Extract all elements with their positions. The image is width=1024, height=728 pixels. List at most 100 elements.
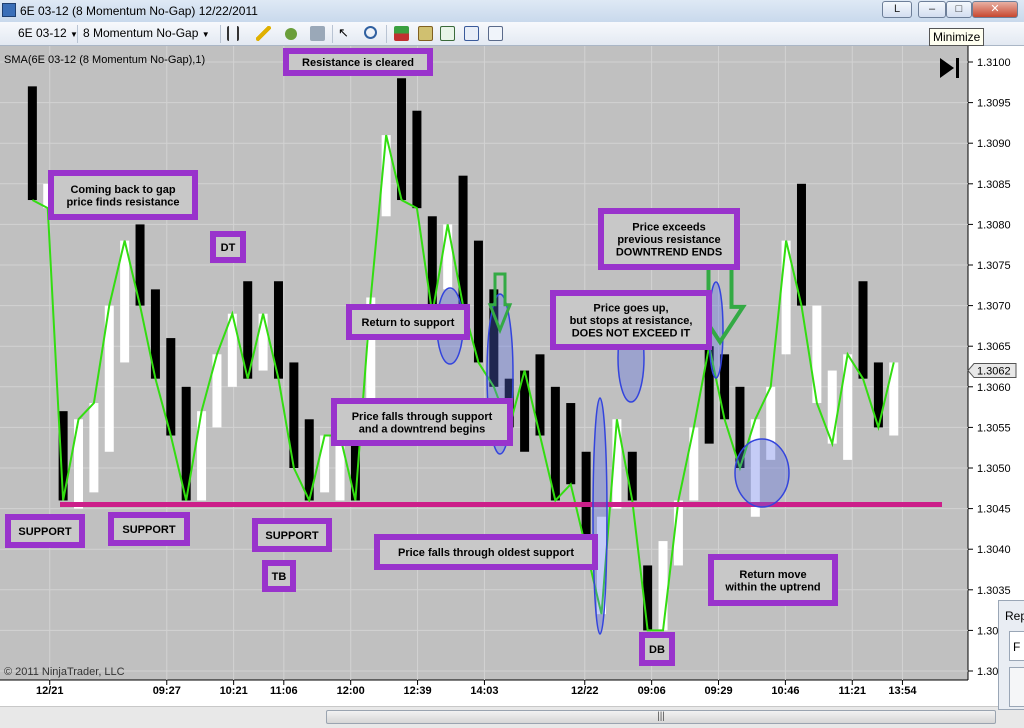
side-window-field[interactable]: F [1009,631,1024,661]
orders-icon[interactable] [394,26,409,41]
settings-list-icon[interactable] [488,26,503,41]
annotation-text: Price goes up, [593,303,668,315]
annotation-tb: TB [262,560,296,592]
toolbar-separator [332,25,333,43]
toolbar-separator [220,25,221,43]
toolbar-separator [77,25,78,43]
side-window[interactable]: Rep F [998,600,1024,710]
price-bar [796,183,806,306]
annotation-return-move: Return movewithin the uptrend [708,554,838,606]
draw-pencil-icon[interactable] [256,26,271,41]
annotation-text: Price falls through oldest support [398,547,574,559]
annotation-text: Price exceeds [632,222,705,234]
period-label: 8 Momentum No-Gap [83,26,199,40]
annotation-text: DOES NOT EXCEED IT [572,328,691,340]
y-tick-label: 1.30 [977,625,998,637]
x-tick-label: 12/22 [571,685,599,697]
annotation-text: TB [272,571,287,583]
annotation-text: Return to support [362,317,455,329]
y-tick-label: 1.3070 [977,301,1011,313]
annotation-text: DB [649,644,665,656]
close-button[interactable]: ✕ [972,1,1018,18]
x-tick-label: 12:00 [337,685,365,697]
title-bar: 6E 03-12 (8 Momentum No-Gap) 12/22/2011 … [0,0,1024,22]
layout-button[interactable]: L [882,1,912,18]
price-marker-label: 1.3062 [977,366,1011,378]
restore-button[interactable]: □ [946,1,972,18]
bar-style-icon[interactable] [227,26,239,41]
x-tick-label: 12:39 [403,685,431,697]
x-tick-label: 11:21 [839,685,867,697]
annotation-oldest-support: Price falls through oldest support [374,534,598,570]
instrument-dropdown[interactable]: 6E 03-12 ▼ [18,25,78,42]
chevron-down-icon: ▼ [201,30,210,39]
minimize-button[interactable]: – [918,1,946,18]
price-bar [658,541,668,631]
x-tick-label: 12/21 [36,685,64,697]
annotation-text: Coming back to gap [70,184,175,196]
annotation-dt: DT [210,231,246,263]
annotation-text: Return move [739,569,806,581]
y-tick-label: 1.30 [977,666,998,678]
highlight-ellipse [592,397,608,635]
trade-data-icon[interactable] [418,26,433,41]
window-title: 6E 03-12 (8 Momentum No-Gap) 12/22/2011 [20,4,258,18]
price-bar [412,110,422,209]
add-indicator-icon[interactable] [285,28,297,40]
pointer-icon[interactable]: ↖ [338,26,353,41]
price-bar [627,451,637,501]
y-tick-label: 1.3050 [977,463,1011,475]
x-tick-label: 09:06 [638,685,666,697]
highlight-ellipse [734,438,790,508]
chart-panel[interactable]: 1.3100 1.3095 1.3090 1.3085 1.3080 1.3075 1.30… [0,46,1024,706]
annotation-text: Price falls through support [352,411,493,423]
annotation-resistance-cleared: Resistance is cleared [283,48,433,76]
annotation-text: Resistance is cleared [302,57,414,69]
chart-toolbar: 6E 03-12 ▼ 8 Momentum No-Gap ▼ ↖ [0,22,1024,46]
y-tick-label: 1.3035 [977,585,1011,597]
x-tick-label: 09:29 [704,685,732,697]
annotation-text: and a downtrend begins [359,423,486,435]
y-tick-label: 1.3095 [977,98,1011,110]
x-tick-label: 10:46 [771,685,799,697]
y-tick-label: 1.3055 [977,422,1011,434]
annotation-goes-up: Price goes up,but stops at resistance,DO… [550,290,712,350]
indicator-label: SMA(6E 03-12 (8 Momentum No-Gap),1) [4,54,205,66]
instrument-label: 6E 03-12 [18,26,67,40]
annotation-price-falls: Price falls through supportand a downtre… [331,398,513,446]
price-bar [566,403,576,485]
annotation-text: DT [221,242,236,254]
scrollbar-thumb[interactable]: ||| [326,710,996,724]
side-window-panel [1009,667,1024,707]
price-bar [89,403,99,493]
zoom-icon[interactable] [364,26,377,39]
strategy-icon[interactable] [310,26,325,41]
x-tick-label: 10:21 [220,685,248,697]
annotation-exceeds: Price exceedsprevious resistanceDOWNTREN… [598,208,740,270]
y-tick-label: 1.3080 [977,219,1011,231]
y-tick-label: 1.3075 [977,260,1011,272]
properties-icon[interactable] [464,26,479,41]
chart-data-icon[interactable] [440,26,455,41]
side-window-title: Rep [1005,609,1024,623]
x-tick-label: 13:54 [888,685,917,697]
y-tick-label: 1.3045 [977,504,1011,516]
annotation-text: DOWNTREND ENDS [616,247,722,259]
x-tick-label: 09:27 [153,685,181,697]
price-bar [443,224,453,290]
annotation-text: SUPPORT [122,524,175,536]
minimize-tooltip: Minimize [929,28,985,46]
period-dropdown[interactable]: 8 Momentum No-Gap ▼ [83,25,210,42]
ninjatrader-app-icon [2,3,16,17]
price-bar [320,435,330,493]
price-bar [858,281,868,379]
horizontal-scrollbar[interactable]: ||| [0,706,1024,728]
annotation-db: DB [639,632,675,666]
annotation-return-support: Return to support [346,304,470,340]
annotation-coming-back: Coming back to gapprice finds resistance [48,170,198,220]
annotation-text: previous resistance [617,234,720,246]
annotation-support-3: SUPPORT [252,518,332,552]
annotation-text: within the uptrend [724,581,820,593]
annotation-text: but stops at resistance, [570,315,693,327]
y-tick-label: 1.3085 [977,179,1011,191]
